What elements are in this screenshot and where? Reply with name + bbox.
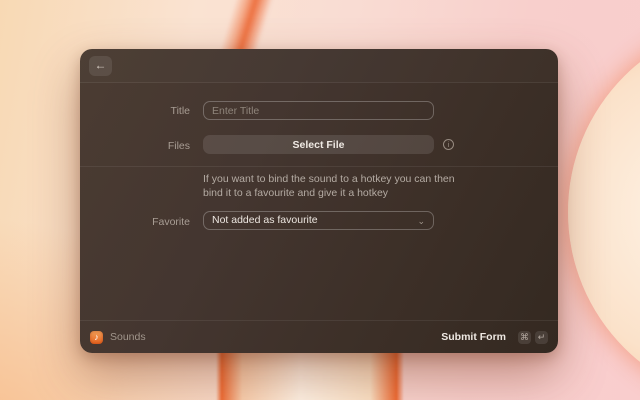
files-field-label: Files	[80, 140, 190, 152]
select-file-button[interactable]: Select File	[203, 135, 434, 154]
title-field-label: Title	[80, 105, 190, 117]
favorite-dropdown-value: Not added as favourite	[212, 214, 318, 226]
hotkey-description-line-1: If you want to bind the sound to a hotke…	[203, 172, 483, 186]
chevron-down-icon: ⌄	[417, 213, 425, 230]
favorite-dropdown[interactable]: Not added as favourite ⌄	[203, 211, 434, 230]
hotkey-description: If you want to bind the sound to a hotke…	[203, 172, 483, 200]
favorite-field-label: Favorite	[80, 216, 190, 228]
title-input[interactable]	[203, 101, 434, 120]
submit-form-button[interactable]: Submit Form	[441, 331, 506, 343]
sounds-app-icon: ♪	[90, 331, 103, 344]
info-icon[interactable]: i	[443, 139, 454, 150]
hotkey-description-line-2: bind it to a favourite and give it a hot…	[203, 186, 483, 200]
return-key-icon: ↵	[535, 331, 548, 344]
back-button[interactable]: ←	[89, 56, 112, 76]
command-key-icon: ⌘	[518, 331, 531, 344]
section-divider	[80, 166, 558, 167]
action-bar: ♪ Sounds Submit Form ⌘ ↵	[80, 320, 558, 353]
window-header: ←	[80, 49, 558, 83]
app-name-label: Sounds	[110, 331, 146, 343]
app-window: ← Title Files Select File i If you want …	[80, 49, 558, 353]
